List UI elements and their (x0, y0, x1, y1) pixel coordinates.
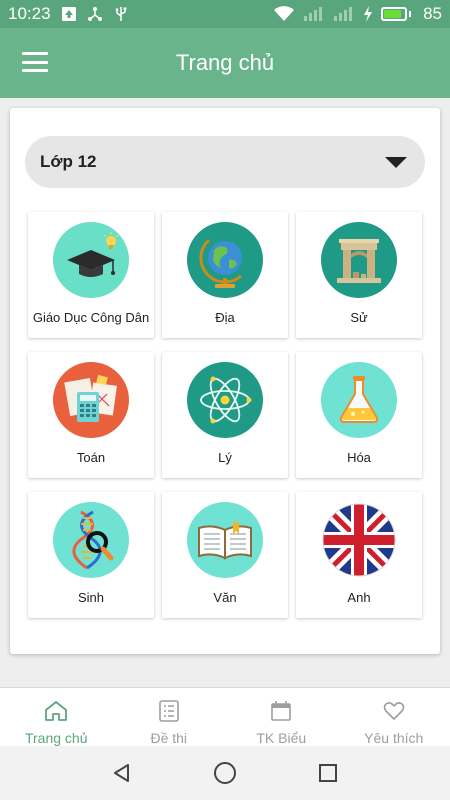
subject-tile-dia[interactable]: Địa (162, 212, 288, 338)
system-nav-bar (0, 746, 450, 800)
flask-icon (321, 362, 397, 438)
hamburger-menu-icon[interactable] (22, 50, 48, 74)
calculator-icon (53, 362, 129, 438)
subject-tile-ly[interactable]: Lý (162, 352, 288, 478)
nav-label: Đề thi (150, 730, 188, 746)
grade-selected-value: Lớp 12 (40, 152, 97, 171)
usb-icon (113, 6, 129, 22)
grade-dropdown[interactable]: Lớp 12 (25, 136, 425, 188)
battery-percent: 85 (423, 4, 442, 23)
subject-tile-su[interactable]: Sử (296, 212, 422, 338)
recents-icon[interactable] (313, 758, 343, 788)
home-button-icon[interactable] (210, 758, 240, 788)
subject-grid: Giáo Dục Công Dân Địa Sử Toán Lý Hóa Sin… (28, 212, 422, 618)
subject-label: Toán (76, 450, 106, 465)
signal-icon (303, 6, 325, 22)
battery-level-fill (384, 10, 402, 18)
subjects-card: Lớp 12 Giáo Dục Công Dân Địa Sử Toán Lý … (10, 108, 440, 654)
nav-label: Yêu thích (364, 730, 424, 746)
upload-icon (61, 6, 77, 22)
subject-tile-sinh[interactable]: Sinh (28, 492, 154, 618)
bottom-nav: Trang chủ Đề thi TK Biểu Yêu thích (0, 687, 450, 746)
dna-icon (53, 502, 129, 578)
nav-item-favorites[interactable]: Yêu thích (338, 688, 450, 746)
app-bar: Trang chủ (0, 28, 450, 98)
nav-item-exams[interactable]: Đề thi (113, 688, 226, 746)
battery-icon (381, 7, 412, 21)
list-icon (158, 700, 180, 727)
nav-item-schedule[interactable]: TK Biểu (225, 688, 338, 746)
subject-label: Hóa (347, 450, 371, 465)
calendar-icon (270, 700, 292, 727)
ruins-icon (321, 222, 397, 298)
atom-icon (187, 362, 263, 438)
subject-label: Lý (218, 450, 232, 465)
uk-flag-icon (321, 502, 397, 578)
subject-label: Giáo Dục Công Dân (32, 310, 150, 325)
graduation-cap-icon (53, 222, 129, 298)
book-icon (187, 502, 263, 578)
wifi-icon (273, 6, 295, 22)
back-icon[interactable] (107, 758, 137, 788)
subject-tile-gdcd[interactable]: Giáo Dục Công Dân (28, 212, 154, 338)
usb-share-icon (87, 6, 103, 22)
subject-label: Văn (213, 590, 237, 605)
subject-label: Địa (215, 310, 235, 325)
home-icon (44, 700, 68, 727)
globe-icon (187, 222, 263, 298)
subject-tile-anh[interactable]: Anh (296, 492, 422, 618)
subject-label: Sử (350, 310, 368, 325)
subject-tile-toan[interactable]: Toán (28, 352, 154, 478)
heart-icon (383, 700, 405, 727)
dropdown-arrow-icon (385, 156, 407, 168)
nav-label: TK Biểu (256, 730, 307, 746)
charging-icon (363, 6, 373, 22)
status-time: 10:23 (8, 4, 51, 23)
signal-icon (333, 6, 355, 22)
subject-tile-van[interactable]: Văn (162, 492, 288, 618)
nav-item-home[interactable]: Trang chủ (0, 688, 113, 746)
page-title: Trang chủ (175, 50, 275, 75)
subject-tile-hoa[interactable]: Hóa (296, 352, 422, 478)
nav-label: Trang chủ (24, 730, 88, 746)
subject-label: Sinh (77, 590, 105, 605)
status-bar: 10:23 85 (0, 0, 450, 28)
subject-label: Anh (347, 590, 371, 605)
